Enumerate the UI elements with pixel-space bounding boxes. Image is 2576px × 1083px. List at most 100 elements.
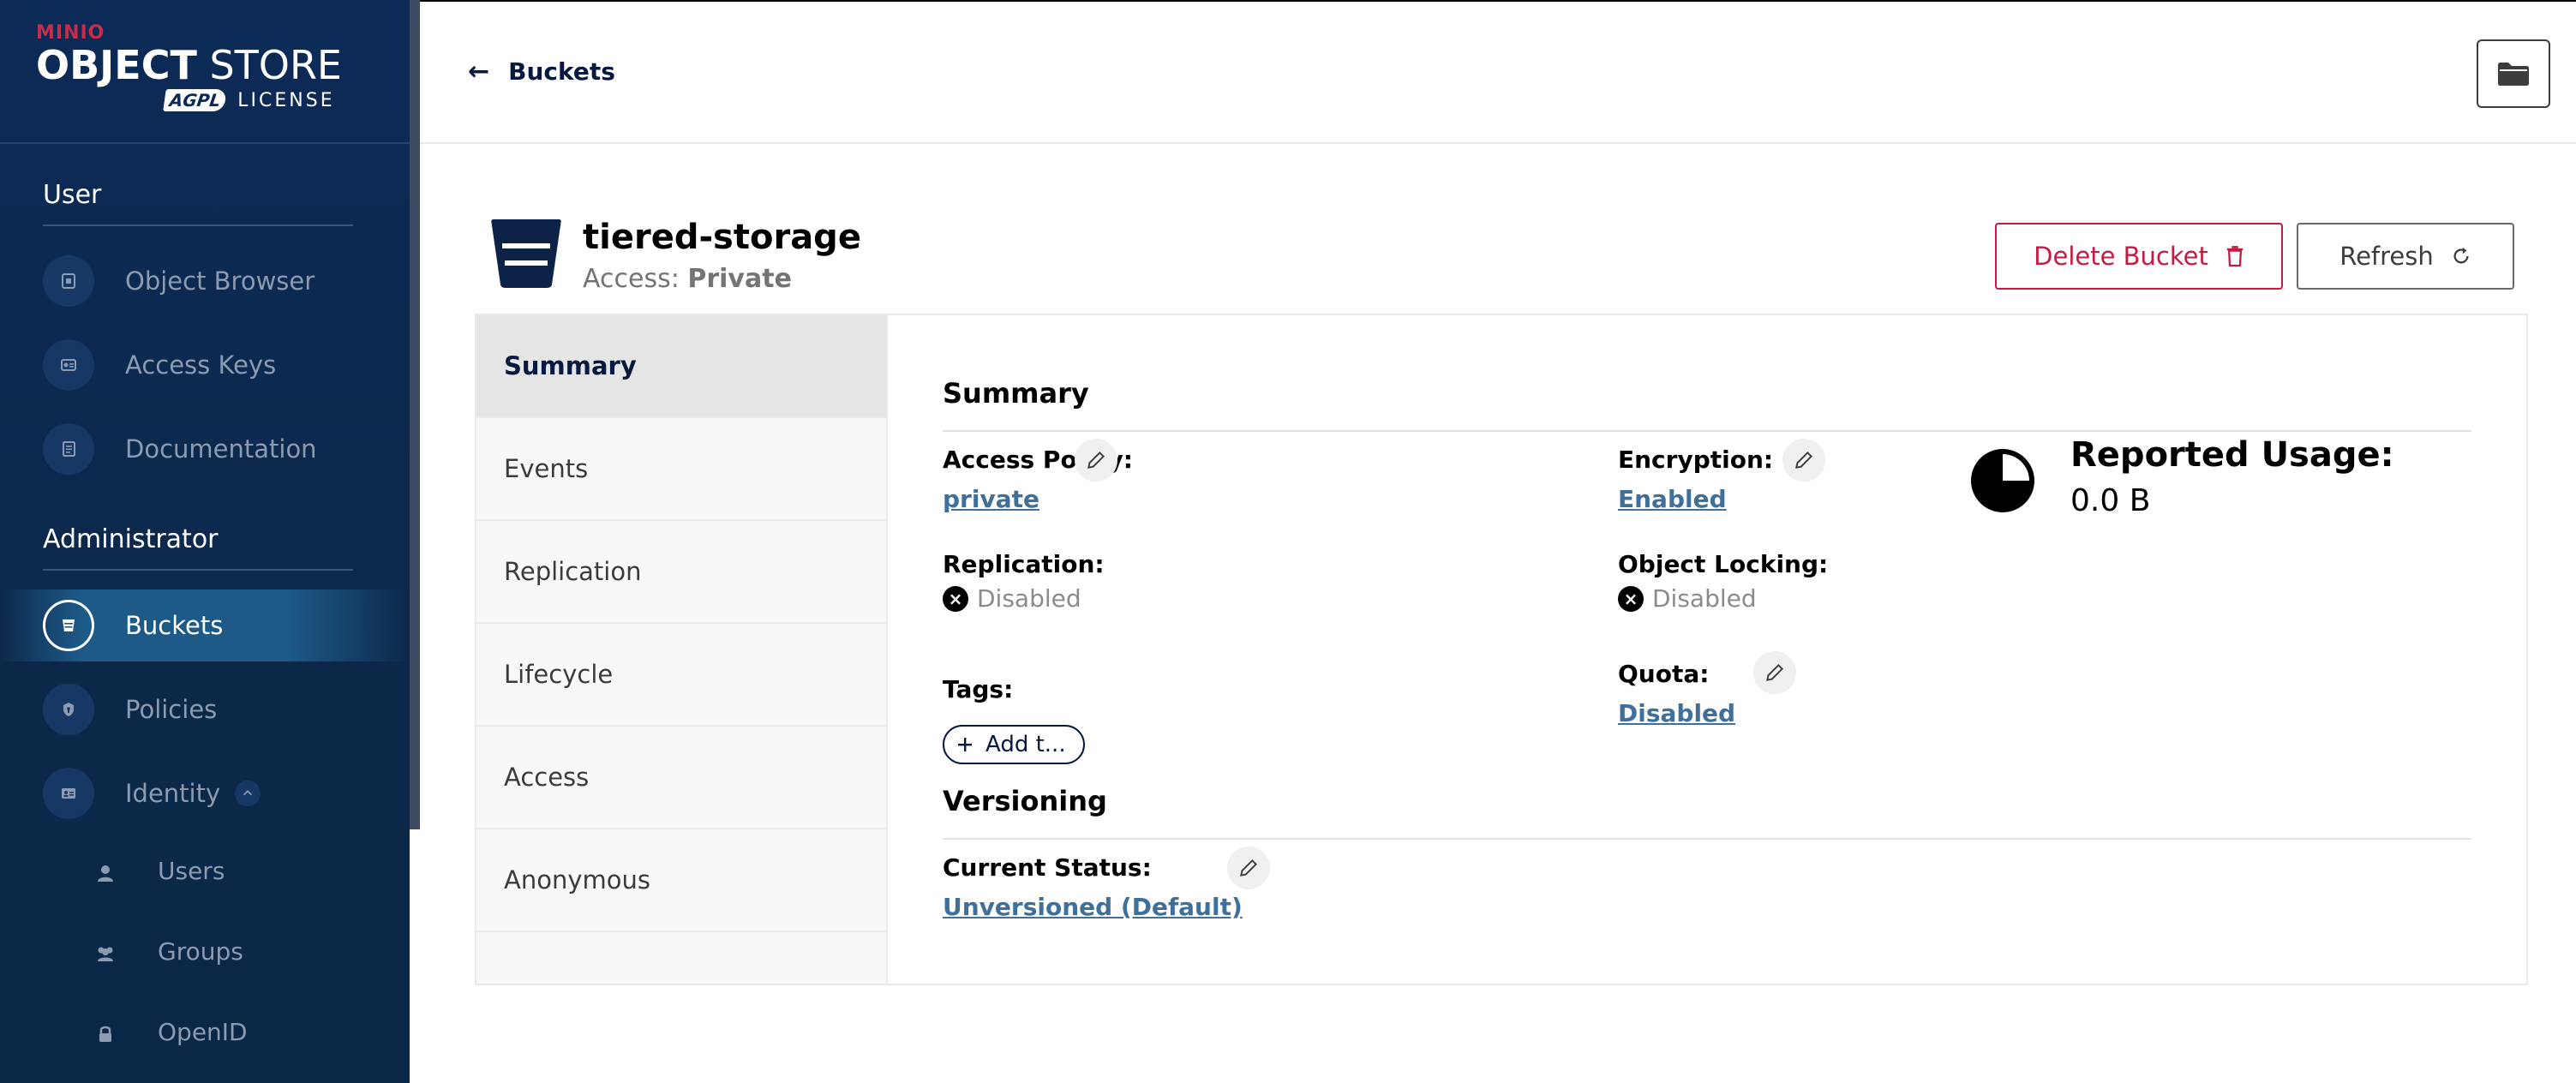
summary-title: Summary	[943, 377, 1089, 410]
sidebar-item-buckets[interactable]: Buckets	[0, 589, 410, 661]
logo-license: LICENSE	[237, 89, 335, 111]
top-bar: ← Buckets	[420, 0, 2576, 144]
encryption-label: Encryption:	[1618, 446, 1774, 474]
minio-logo[interactable]: MINIO OBJECT STORE AGPL LICENSE	[36, 22, 342, 111]
section-title-user: User	[43, 180, 102, 210]
sidebar-subitem-label: Users	[158, 857, 225, 885]
sidebar-subitem-label: Groups	[158, 937, 243, 966]
sidebar-divider	[0, 142, 410, 144]
summary-content: Summary Access Policy: private Encryptio…	[888, 315, 2526, 984]
back-link-label: Buckets	[508, 57, 615, 86]
plus-icon	[958, 738, 972, 751]
bucket-access: Access: Private	[583, 264, 792, 294]
sidebar-subitem-users[interactable]: Users	[0, 843, 410, 903]
sidebar-item-label: Documentation	[125, 434, 317, 464]
bucket-name: tiered-storage	[583, 218, 861, 257]
object-locking-status: × Disabled	[1618, 584, 1757, 613]
sidebar-item-object-browser[interactable]: Object Browser	[0, 245, 410, 317]
tab-lifecycle[interactable]: Lifecycle	[476, 624, 886, 727]
logo-brand: MINIO	[36, 22, 105, 44]
refresh-button[interactable]: Refresh	[2297, 223, 2514, 290]
sidebar-item-identity[interactable]: Identity	[0, 757, 410, 829]
refresh-icon	[2453, 247, 2469, 264]
bucket-icon	[491, 219, 561, 288]
groups-icon	[98, 947, 113, 961]
shield-icon	[43, 684, 94, 735]
bucket-icon	[43, 600, 94, 651]
user-icon	[98, 865, 113, 882]
back-arrow-icon: ←	[468, 57, 490, 87]
tab-events[interactable]: Events	[476, 418, 886, 521]
sidebar-item-label: Buckets	[125, 611, 224, 640]
trash-icon	[2226, 246, 2244, 267]
disabled-x-icon: ×	[943, 585, 968, 612]
versioning-divider	[943, 838, 2471, 840]
edit-versioning-button[interactable]	[1227, 847, 1270, 889]
reported-usage-title: Reported Usage:	[2070, 435, 2394, 475]
access-keys-icon	[43, 339, 94, 391]
versioning-status-label: Current Status:	[943, 853, 1152, 882]
sidebar-item-policies[interactable]: Policies	[0, 673, 410, 745]
tab-access[interactable]: Access	[476, 727, 886, 829]
documentation-icon	[43, 423, 94, 475]
pencil-icon	[1795, 451, 1813, 469]
usage-pie-icon	[1971, 449, 2034, 512]
sidebar-item-documentation[interactable]: Documentation	[0, 413, 410, 485]
versioning-status-link[interactable]: Unversioned (Default)	[943, 893, 1243, 921]
bucket-tabs: Summary Events Replication Lifecycle Acc…	[476, 315, 888, 984]
logo-license-row: AGPL LICENSE	[163, 89, 335, 111]
add-tag-button[interactable]: Add t...	[943, 725, 1085, 764]
versioning-title: Versioning	[943, 785, 1107, 817]
logo-product-light: STORE	[196, 42, 342, 88]
back-to-buckets-link[interactable]: ← Buckets	[468, 57, 615, 87]
summary-divider	[943, 430, 2471, 432]
tags-label: Tags:	[943, 675, 1014, 703]
tab-anonymous[interactable]: Anonymous	[476, 829, 886, 932]
section-title-administrator: Administrator	[43, 524, 219, 554]
reported-usage-value: 0.0 B	[2070, 483, 2151, 518]
chevron-up-icon[interactable]	[235, 781, 261, 806]
logo-product-bold: OBJECT	[36, 42, 197, 88]
edit-access-policy-button[interactable]	[1075, 439, 1117, 482]
section-divider-administrator	[43, 569, 353, 571]
replication-label: Replication:	[943, 550, 1105, 578]
access-policy-value-link[interactable]: private	[943, 485, 1039, 513]
edit-quota-button[interactable]	[1753, 651, 1796, 694]
logo-product: OBJECT STORE	[36, 44, 342, 87]
replication-value: Disabled	[977, 584, 1081, 613]
sidebar: MINIO OBJECT STORE AGPL LICENSE User Obj…	[0, 0, 410, 1083]
sidebar-subitem-groups[interactable]: Groups	[0, 924, 410, 984]
sidebar-scrollbar-thumb[interactable]	[410, 829, 420, 1083]
delete-bucket-label: Delete Bucket	[2034, 242, 2208, 271]
object-browser-button[interactable]	[2477, 39, 2550, 108]
delete-bucket-button[interactable]: Delete Bucket	[1995, 223, 2283, 290]
pencil-icon	[1766, 663, 1784, 681]
sidebar-item-label: Policies	[125, 695, 218, 724]
edit-encryption-button[interactable]	[1782, 439, 1825, 482]
quota-value-link[interactable]: Disabled	[1618, 699, 1735, 727]
lock-icon	[99, 1026, 111, 1042]
pencil-icon	[1087, 451, 1105, 469]
bucket-access-value: Private	[687, 264, 792, 294]
identity-icon	[43, 768, 94, 819]
sidebar-item-access-keys[interactable]: Access Keys	[0, 329, 410, 401]
main-content: ← Buckets tiered-storage Access: Private…	[420, 0, 2576, 1083]
section-divider-user	[43, 224, 353, 226]
tab-replication[interactable]: Replication	[476, 521, 886, 624]
tab-summary[interactable]: Summary	[476, 315, 886, 418]
add-tag-label: Add t...	[985, 732, 1066, 757]
sidebar-item-label: Access Keys	[125, 350, 277, 380]
refresh-label: Refresh	[2339, 242, 2434, 271]
sidebar-item-label: Identity	[125, 779, 221, 808]
replication-status: × Disabled	[943, 584, 1081, 613]
sidebar-item-label: Object Browser	[125, 266, 315, 296]
bucket-details-panel: Summary Events Replication Lifecycle Acc…	[475, 314, 2528, 985]
sidebar-subitem-label: OpenID	[158, 1018, 248, 1046]
sidebar-subitem-openid[interactable]: OpenID	[0, 1004, 410, 1064]
object-browser-icon	[43, 255, 94, 307]
agpl-badge: AGPL	[163, 89, 228, 111]
quota-label: Quota:	[1618, 660, 1710, 688]
encryption-value-link[interactable]: Enabled	[1618, 485, 1727, 513]
pencil-icon	[1240, 859, 1258, 877]
disabled-x-icon: ×	[1618, 585, 1644, 612]
